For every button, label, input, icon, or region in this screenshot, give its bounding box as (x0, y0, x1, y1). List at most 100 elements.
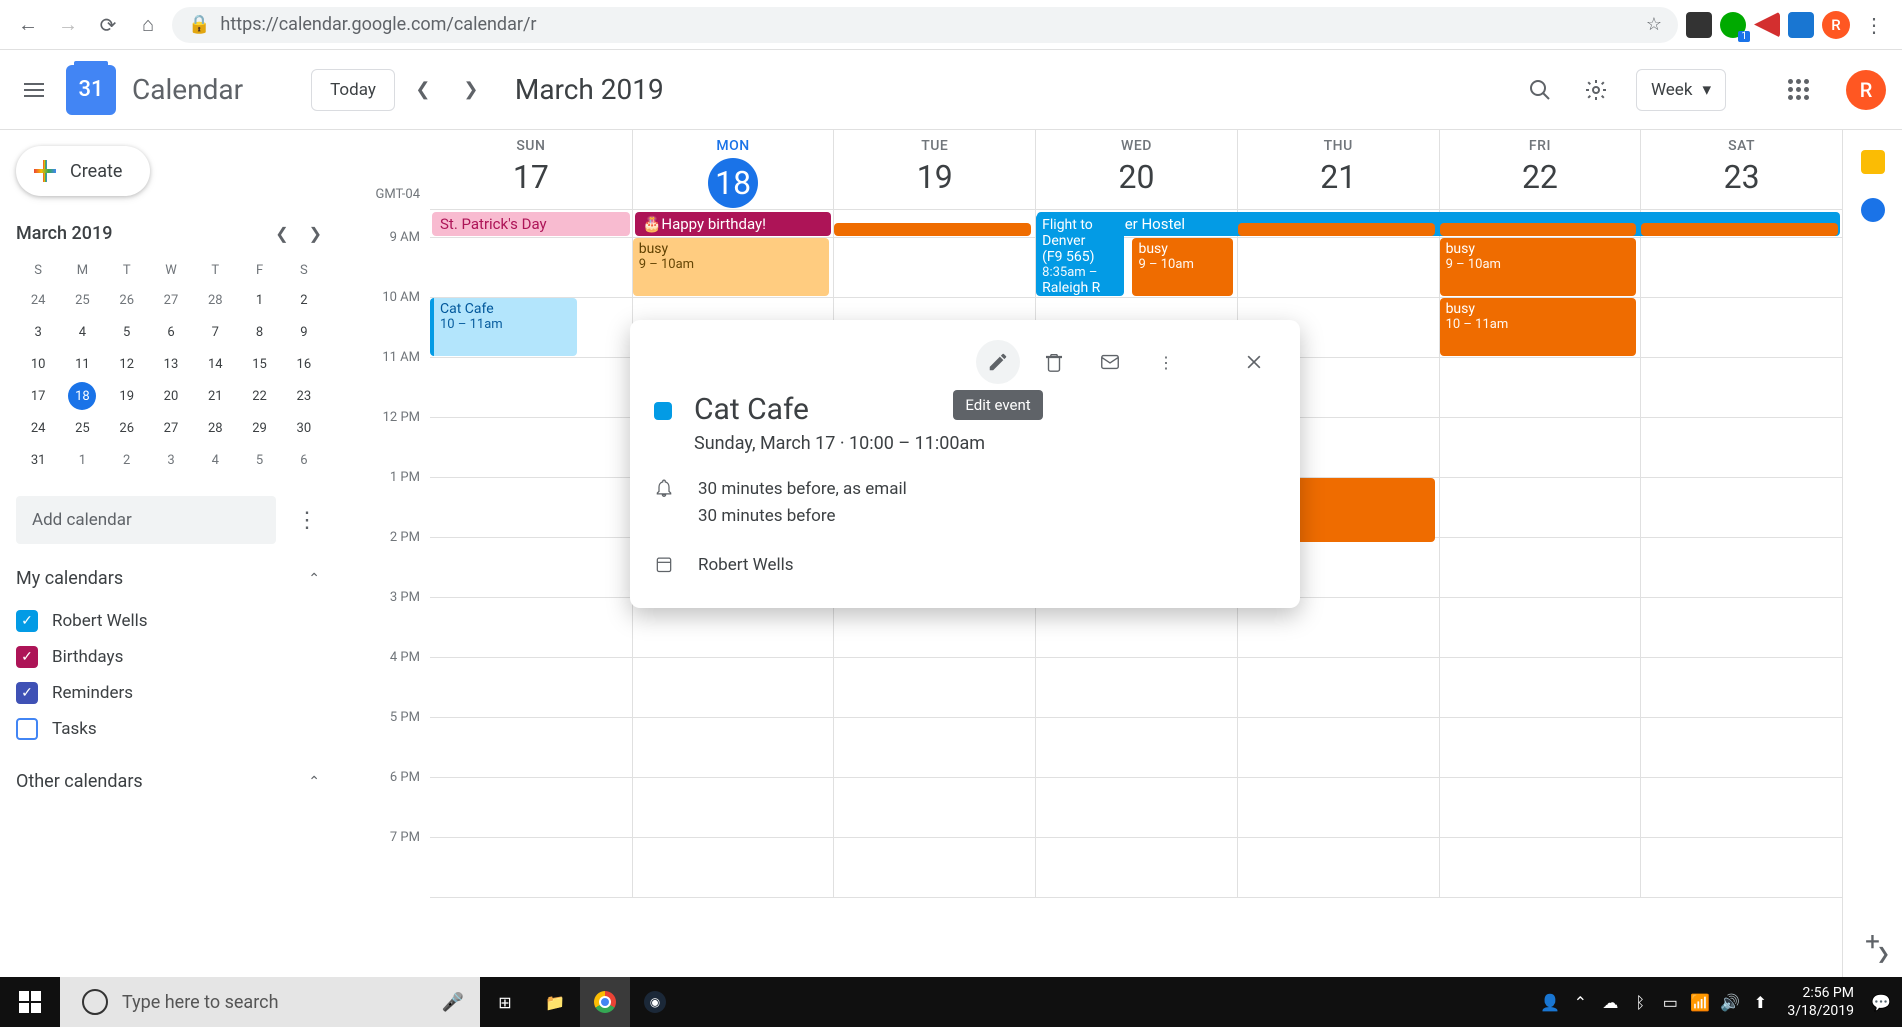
battery-icon[interactable]: ▭ (1657, 989, 1683, 1015)
mini-day-cell[interactable]: 1 (68, 446, 96, 474)
calendar-event[interactable] (834, 223, 1031, 236)
calendar-event[interactable]: Flight to Denver(F9 565)8:35am –Raleigh … (1036, 214, 1124, 296)
calendar-event[interactable] (1238, 223, 1435, 236)
prev-period-button[interactable]: ❮ (403, 70, 443, 110)
mini-day-cell[interactable]: 17 (24, 382, 52, 410)
onedrive-icon[interactable]: ☁ (1597, 989, 1623, 1015)
bluetooth-icon[interactable]: ᛒ (1627, 989, 1653, 1015)
edit-event-button[interactable]: Edit event (976, 340, 1020, 384)
system-clock[interactable]: 2:56 PM 3/18/2019 (1777, 984, 1864, 1020)
mini-day-cell[interactable]: 28 (201, 414, 229, 442)
mini-day-cell[interactable]: 19 (113, 382, 141, 410)
mini-day-cell[interactable]: 1 (246, 286, 274, 314)
mini-day-cell[interactable]: 4 (201, 446, 229, 474)
mini-day-cell[interactable]: 29 (246, 414, 274, 442)
star-icon[interactable]: ☆ (1646, 14, 1662, 35)
mini-day-cell[interactable]: 30 (290, 414, 318, 442)
mini-day-cell[interactable]: 28 (201, 286, 229, 314)
mini-day-cell[interactable]: 24 (24, 286, 52, 314)
google-apps-button[interactable] (1774, 66, 1822, 114)
mini-day-cell[interactable]: 2 (290, 286, 318, 314)
calendar-list-item[interactable]: Tasks (16, 711, 360, 747)
mini-day-cell[interactable]: 7 (201, 318, 229, 346)
extension-icon-3[interactable] (1754, 12, 1780, 38)
mini-day-cell[interactable]: 12 (113, 350, 141, 378)
allday-event[interactable]: 🎂 Happy birthday! (635, 212, 832, 236)
mini-day-cell[interactable]: 24 (24, 414, 52, 442)
mini-day-cell[interactable]: 25 (68, 286, 96, 314)
mini-next-button[interactable]: ❯ (305, 220, 326, 247)
calendar-event[interactable]: busy9 – 10am (633, 238, 830, 296)
day-header[interactable]: SAT23 (1640, 130, 1842, 209)
mic-icon[interactable]: 🎤 (442, 992, 464, 1013)
mini-day-cell[interactable]: 22 (246, 382, 274, 410)
mini-day-cell[interactable]: 8 (246, 318, 274, 346)
add-calendar-menu[interactable]: ⋮ (288, 500, 326, 541)
mini-day-cell[interactable]: 4 (68, 318, 96, 346)
mini-day-cell[interactable]: 27 (157, 414, 185, 442)
allday-event[interactable]: St. Patrick's Day (432, 212, 630, 236)
mini-day-cell[interactable]: 11 (68, 350, 96, 378)
tasks-icon[interactable] (1861, 198, 1885, 222)
calendar-event[interactable] (1641, 223, 1838, 236)
mini-day-cell[interactable]: 26 (113, 286, 141, 314)
main-menu-button[interactable] (10, 66, 58, 114)
day-header[interactable]: FRI22 (1439, 130, 1641, 209)
mini-day-cell[interactable]: 14 (201, 350, 229, 378)
event-options-button[interactable]: ⋮ (1144, 340, 1188, 384)
steam-button[interactable]: ◉ (630, 977, 680, 1027)
side-panel-toggle[interactable]: ❯ (1877, 944, 1890, 963)
calendar-event[interactable] (1440, 223, 1637, 236)
mini-day-cell[interactable]: 23 (290, 382, 318, 410)
notifications-icon[interactable]: 💬 (1868, 989, 1894, 1015)
extension-icon-1[interactable] (1686, 12, 1712, 38)
calendar-event[interactable]: busy9 – 10am (1132, 238, 1232, 296)
mini-prev-button[interactable]: ❮ (271, 220, 292, 247)
calendar-list-item[interactable]: ✓Reminders (16, 675, 360, 711)
day-header[interactable]: TUE19 (833, 130, 1035, 209)
taskbar-search[interactable]: Type here to search 🎤 (60, 977, 480, 1027)
mini-day-cell[interactable]: 26 (113, 414, 141, 442)
calendar-checkbox[interactable]: ✓ (16, 682, 38, 704)
chrome-button[interactable] (580, 977, 630, 1027)
tray-expand-icon[interactable]: ⌃ (1567, 989, 1593, 1015)
mini-day-cell[interactable]: 3 (24, 318, 52, 346)
day-header[interactable]: MON18 (632, 130, 834, 209)
search-button[interactable] (1516, 66, 1564, 114)
calendar-checkbox[interactable] (16, 718, 38, 740)
back-button[interactable]: ← (12, 9, 44, 41)
home-button[interactable]: ⌂ (132, 9, 164, 41)
extension-icon-2[interactable]: 1 (1720, 12, 1746, 38)
email-guests-button[interactable] (1088, 340, 1132, 384)
mini-day-cell[interactable]: 25 (68, 414, 96, 442)
sync-icon[interactable]: ⬆ (1747, 989, 1773, 1015)
wifi-icon[interactable]: 📶 (1687, 989, 1713, 1015)
mini-day-cell[interactable]: 31 (24, 446, 52, 474)
forward-button[interactable]: → (52, 9, 84, 41)
other-calendars-toggle[interactable]: Other calendars ⌃ (16, 771, 360, 792)
day-header[interactable]: WED20 (1035, 130, 1237, 209)
mini-day-cell[interactable]: 16 (290, 350, 318, 378)
keep-icon[interactable] (1861, 150, 1885, 174)
delete-event-button[interactable] (1032, 340, 1076, 384)
people-icon[interactable]: 👤 (1537, 989, 1563, 1015)
add-calendar-input[interactable]: Add calendar (16, 496, 276, 544)
start-button[interactable] (0, 977, 60, 1027)
mini-day-cell[interactable]: 27 (157, 286, 185, 314)
account-avatar[interactable]: R (1846, 70, 1886, 110)
day-column[interactable]: busy9 – 10ambusy10 – 11am (1439, 238, 1641, 898)
settings-button[interactable] (1572, 66, 1620, 114)
today-button[interactable]: Today (311, 69, 395, 111)
create-button[interactable]: Create (16, 146, 150, 196)
mini-day-cell[interactable]: 6 (157, 318, 185, 346)
next-period-button[interactable]: ❯ (451, 70, 491, 110)
mini-day-cell[interactable]: 20 (157, 382, 185, 410)
day-column[interactable]: Cat Cafe10 – 11am (430, 238, 632, 898)
browser-menu-icon[interactable]: ⋮ (1858, 9, 1890, 41)
mini-day-cell[interactable]: 5 (246, 446, 274, 474)
day-header[interactable]: THU21 (1237, 130, 1439, 209)
profile-avatar[interactable]: R (1822, 11, 1850, 39)
address-bar[interactable]: 🔒 https://calendar.google.com/calendar/r… (172, 7, 1678, 43)
task-view-button[interactable]: ⊞ (480, 977, 530, 1027)
mini-day-cell[interactable]: 2 (113, 446, 141, 474)
